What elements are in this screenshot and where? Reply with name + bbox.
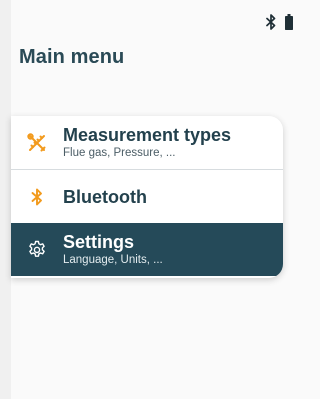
menu-item-label: Bluetooth: [63, 186, 147, 207]
status-bar: [266, 12, 293, 32]
gear-icon: [11, 240, 63, 260]
menu-item-settings[interactable]: Settings Language, Units, ...: [11, 223, 283, 276]
menu-item-label: Settings: [63, 232, 135, 252]
menu-item-subtitle: Language, Units, ...: [63, 254, 163, 266]
menu-item-label: Measurement types: [63, 125, 232, 145]
menu-item-subtitle: Flue gas, Pressure, ...: [63, 147, 176, 159]
main-menu-list: Measurement types Flue gas, Pressure, ..…: [11, 116, 283, 278]
page-title: Main menu: [19, 46, 125, 68]
menu-item-bluetooth[interactable]: Bluetooth: [11, 169, 283, 223]
menu-item-measurement-types[interactable]: Measurement types Flue gas, Pressure, ..…: [11, 116, 283, 169]
battery-icon: [285, 14, 293, 30]
bluetooth-icon: [11, 188, 63, 206]
bluetooth-status-icon: [266, 14, 276, 30]
measurement-tools-icon: [11, 132, 63, 154]
left-edge-strip: [0, 0, 11, 399]
